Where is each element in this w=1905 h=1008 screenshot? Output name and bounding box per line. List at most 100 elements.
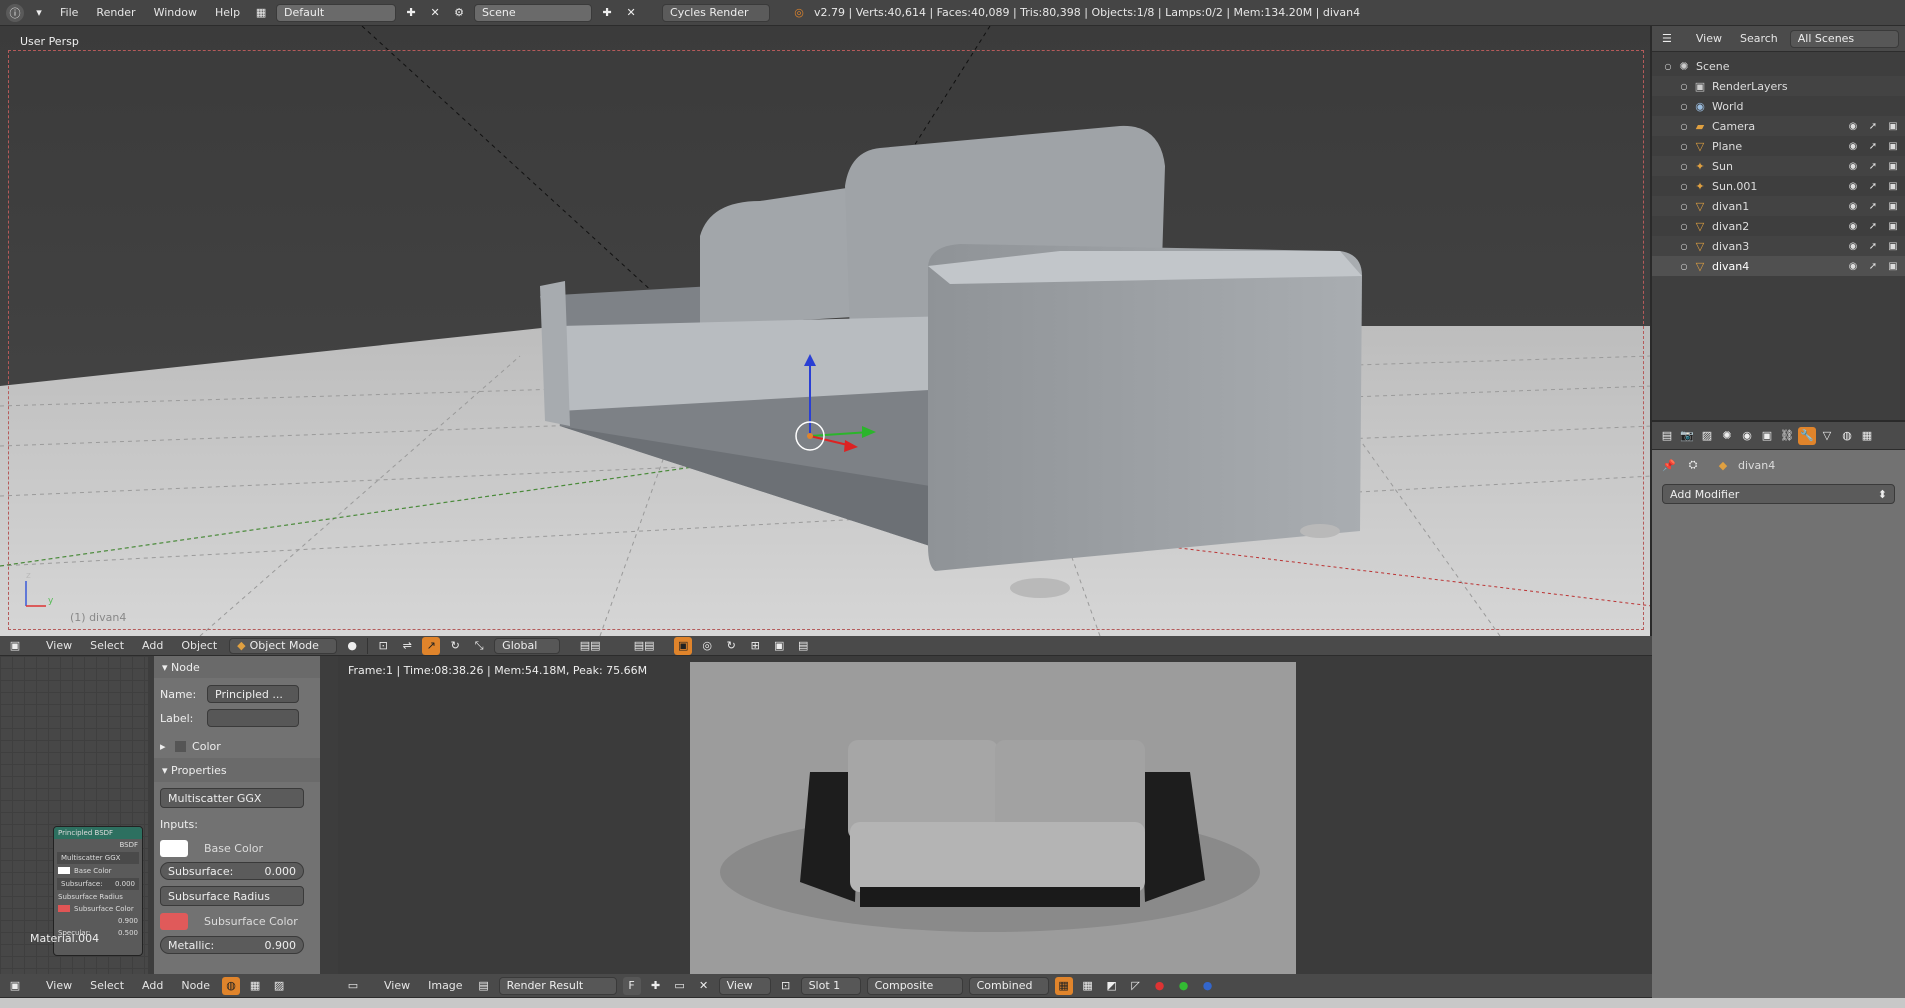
visibility-eye-icon[interactable]: ◉ bbox=[1845, 218, 1861, 234]
translate-icon[interactable]: ↗ bbox=[422, 636, 441, 655]
selectable-cursor-icon[interactable]: ➚ bbox=[1865, 158, 1881, 174]
base-color-swatch[interactable] bbox=[160, 839, 188, 857]
menu-help[interactable]: Help bbox=[209, 6, 246, 19]
add-scene-icon[interactable]: ✚ bbox=[598, 4, 616, 22]
info-icon[interactable]: ⓘ bbox=[6, 3, 24, 22]
image-name-field[interactable]: Render Result bbox=[498, 976, 617, 995]
mask-icon[interactable]: ◸ bbox=[1127, 977, 1145, 995]
viewport-3d[interactable]: User Persp z y (1) divan4 bbox=[0, 26, 1652, 636]
image-menu-image[interactable]: Image bbox=[422, 979, 468, 992]
image-editor[interactable]: Frame:1 | Time:08:38.26 | Mem:54.18M, Pe… bbox=[338, 656, 1652, 974]
node-panel-header[interactable]: ▾ Node bbox=[154, 656, 320, 678]
color-checkbox[interactable] bbox=[175, 740, 187, 752]
expand-icon[interactable]: ○ bbox=[1676, 138, 1692, 154]
node-menu-node[interactable]: Node bbox=[175, 979, 216, 992]
opengl-render-icon[interactable]: ▣ bbox=[770, 637, 788, 655]
texture-node-icon[interactable]: ▦ bbox=[246, 977, 264, 995]
outliner-item[interactable]: ○ ◉ World bbox=[1652, 96, 1905, 116]
pivot-icon[interactable]: ⊡ bbox=[374, 637, 392, 655]
selectable-cursor-icon[interactable]: ➚ bbox=[1865, 118, 1881, 134]
layers2-icon[interactable]: ▤▤ bbox=[620, 637, 668, 655]
pivot-point-icon[interactable]: ⊡ bbox=[777, 977, 795, 995]
orientation-select[interactable]: Global bbox=[494, 637, 561, 654]
add-image-icon[interactable]: ✚ bbox=[647, 977, 665, 995]
shading-icon[interactable]: ● bbox=[343, 637, 361, 655]
selectable-cursor-icon[interactable]: ➚ bbox=[1865, 238, 1881, 254]
image-editor-type-icon[interactable]: ▭ bbox=[344, 977, 362, 995]
scale-icon[interactable]: ⤡ bbox=[470, 637, 488, 655]
node-editor[interactable]: Principled BSDF BSDF Multiscatter GGX Ba… bbox=[0, 656, 338, 974]
expand-icon[interactable]: ○ bbox=[1676, 198, 1692, 214]
render-engine-select[interactable]: Cycles Render bbox=[662, 3, 771, 22]
vp-menu-object[interactable]: Object bbox=[175, 639, 223, 652]
renderable-camera-icon[interactable]: ▣ bbox=[1885, 238, 1901, 254]
selectable-cursor-icon[interactable]: ➚ bbox=[1865, 198, 1881, 214]
subsurface-radius-select[interactable]: Subsurface Radius bbox=[160, 886, 304, 906]
outliner-type-icon[interactable]: ☰ bbox=[1658, 30, 1676, 48]
expand-icon[interactable]: ○ bbox=[1676, 238, 1692, 254]
render-layer-icon[interactable]: ▣ bbox=[674, 636, 693, 655]
expand-icon[interactable]: ○ bbox=[1676, 98, 1692, 114]
object-tab-icon[interactable]: ▣ bbox=[1758, 427, 1776, 445]
vp-menu-add[interactable]: Add bbox=[136, 639, 169, 652]
distribution-select[interactable]: Multiscatter GGX bbox=[160, 788, 304, 808]
add-layout-icon[interactable]: ✚ bbox=[402, 4, 420, 22]
composite-select[interactable]: Composite bbox=[866, 976, 963, 995]
node-label-field[interactable] bbox=[207, 709, 299, 727]
snap-icon[interactable]: ↻ bbox=[722, 637, 740, 655]
slot-select[interactable]: Slot 1 bbox=[800, 976, 861, 995]
expand-icon[interactable]: ○ bbox=[1676, 258, 1692, 274]
render-layers-tab-icon[interactable]: ▨ bbox=[1698, 427, 1716, 445]
node-menu-add[interactable]: Add bbox=[136, 979, 169, 992]
outliner-item[interactable]: ○ ▽ Plane ◉ ➚ ▣ bbox=[1652, 136, 1905, 156]
visibility-eye-icon[interactable]: ◉ bbox=[1845, 158, 1861, 174]
renderable-camera-icon[interactable]: ▣ bbox=[1885, 138, 1901, 154]
fake-user-button[interactable]: F bbox=[622, 976, 641, 995]
material-tab-icon[interactable]: ◍ bbox=[1838, 427, 1856, 445]
open-image-icon[interactable]: ▭ bbox=[671, 977, 689, 995]
layout-field[interactable]: Default bbox=[276, 3, 397, 22]
render-tab-icon[interactable]: 📷 bbox=[1678, 427, 1696, 445]
menu-render[interactable]: Render bbox=[90, 6, 141, 19]
properties-type-icon[interactable]: ▤ bbox=[1658, 427, 1676, 445]
selectable-cursor-icon[interactable]: ➚ bbox=[1865, 178, 1881, 194]
visibility-eye-icon[interactable]: ◉ bbox=[1845, 178, 1861, 194]
rotate-icon[interactable]: ↻ bbox=[446, 637, 464, 655]
remove-scene-icon[interactable]: ✕ bbox=[622, 4, 640, 22]
zbuffer-icon[interactable]: ◩ bbox=[1103, 977, 1121, 995]
screen-layout-icon[interactable]: ▦ bbox=[252, 4, 270, 22]
expand-icon[interactable]: ○ bbox=[1676, 78, 1692, 94]
channel-green-icon[interactable]: ● bbox=[1175, 977, 1193, 995]
outliner-item[interactable]: ○ ▽ divan1 ◉ ➚ ▣ bbox=[1652, 196, 1905, 216]
outliner-item[interactable]: ○ ✦ Sun.001 ◉ ➚ ▣ bbox=[1652, 176, 1905, 196]
color-panel-header[interactable]: ▸ Color bbox=[160, 734, 314, 758]
alpha-only-icon[interactable]: ▦ bbox=[1079, 977, 1097, 995]
image-menu-view[interactable]: View bbox=[378, 979, 416, 992]
renderable-camera-icon[interactable]: ▣ bbox=[1885, 198, 1901, 214]
subsurface-field[interactable]: Subsurface: 0.000 bbox=[160, 862, 304, 880]
properties-panel-header[interactable]: ▾ Properties bbox=[154, 758, 320, 782]
renderable-camera-icon[interactable]: ▣ bbox=[1885, 158, 1901, 174]
world-tab-icon[interactable]: ◉ bbox=[1738, 427, 1756, 445]
image-browse-icon[interactable]: ▤ bbox=[475, 977, 493, 995]
expand-icon[interactable]: ○ bbox=[1660, 58, 1676, 74]
scene-icon[interactable]: ⚙ bbox=[450, 4, 468, 22]
visibility-eye-icon[interactable]: ◉ bbox=[1845, 138, 1861, 154]
renderable-camera-icon[interactable]: ▣ bbox=[1885, 178, 1901, 194]
vp-menu-select[interactable]: Select bbox=[84, 639, 130, 652]
node-menu-select[interactable]: Select bbox=[84, 979, 130, 992]
compositing-icon[interactable]: ▨ bbox=[270, 977, 288, 995]
node-name-field[interactable]: Principled ... bbox=[207, 685, 299, 703]
selectable-cursor-icon[interactable]: ➚ bbox=[1865, 138, 1881, 154]
remove-layout-icon[interactable]: ✕ bbox=[426, 4, 444, 22]
manipulator-icon[interactable]: ⇌ bbox=[398, 637, 416, 655]
node-canvas[interactable]: Principled BSDF BSDF Multiscatter GGX Ba… bbox=[0, 656, 148, 974]
outliner-item[interactable]: ○ ✺ Scene bbox=[1652, 56, 1905, 76]
outliner-menu-view[interactable]: View bbox=[1690, 32, 1728, 45]
modifier-tab-icon[interactable]: 🔧 bbox=[1798, 426, 1816, 445]
node-editor-type-icon[interactable]: ▣ bbox=[6, 977, 24, 995]
visibility-eye-icon[interactable]: ◉ bbox=[1845, 198, 1861, 214]
visibility-eye-icon[interactable]: ◉ bbox=[1845, 258, 1861, 274]
close-image-icon[interactable]: ✕ bbox=[695, 977, 713, 995]
selectable-cursor-icon[interactable]: ➚ bbox=[1865, 258, 1881, 274]
